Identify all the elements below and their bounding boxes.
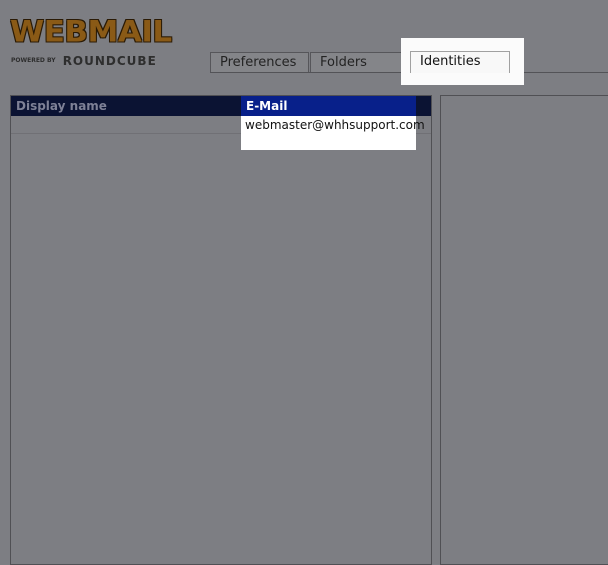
logo-powered-by: POWERED BY — [11, 57, 56, 64]
column-header-email[interactable]: E-Mail — [246, 96, 287, 116]
tab-identities[interactable]: Identities — [410, 51, 510, 73]
logo-title: WEBMAIL — [10, 14, 172, 50]
column-header-display-name[interactable]: Display name — [16, 96, 107, 116]
tab-preferences[interactable]: Preferences — [210, 52, 309, 72]
identities-list-panel — [10, 95, 432, 565]
tab-folders[interactable]: Folders — [310, 52, 409, 72]
logo-brand: ROUNDCUBE — [62, 53, 157, 68]
identity-details-panel — [440, 95, 608, 565]
webmail-logo: WEBMAIL POWERED BY ROUNDCUBE — [10, 14, 175, 67]
logo-tagline: POWERED BY ROUNDCUBE — [11, 50, 157, 69]
identity-email-cell[interactable]: webmaster@whhsupport.com — [245, 116, 425, 134]
